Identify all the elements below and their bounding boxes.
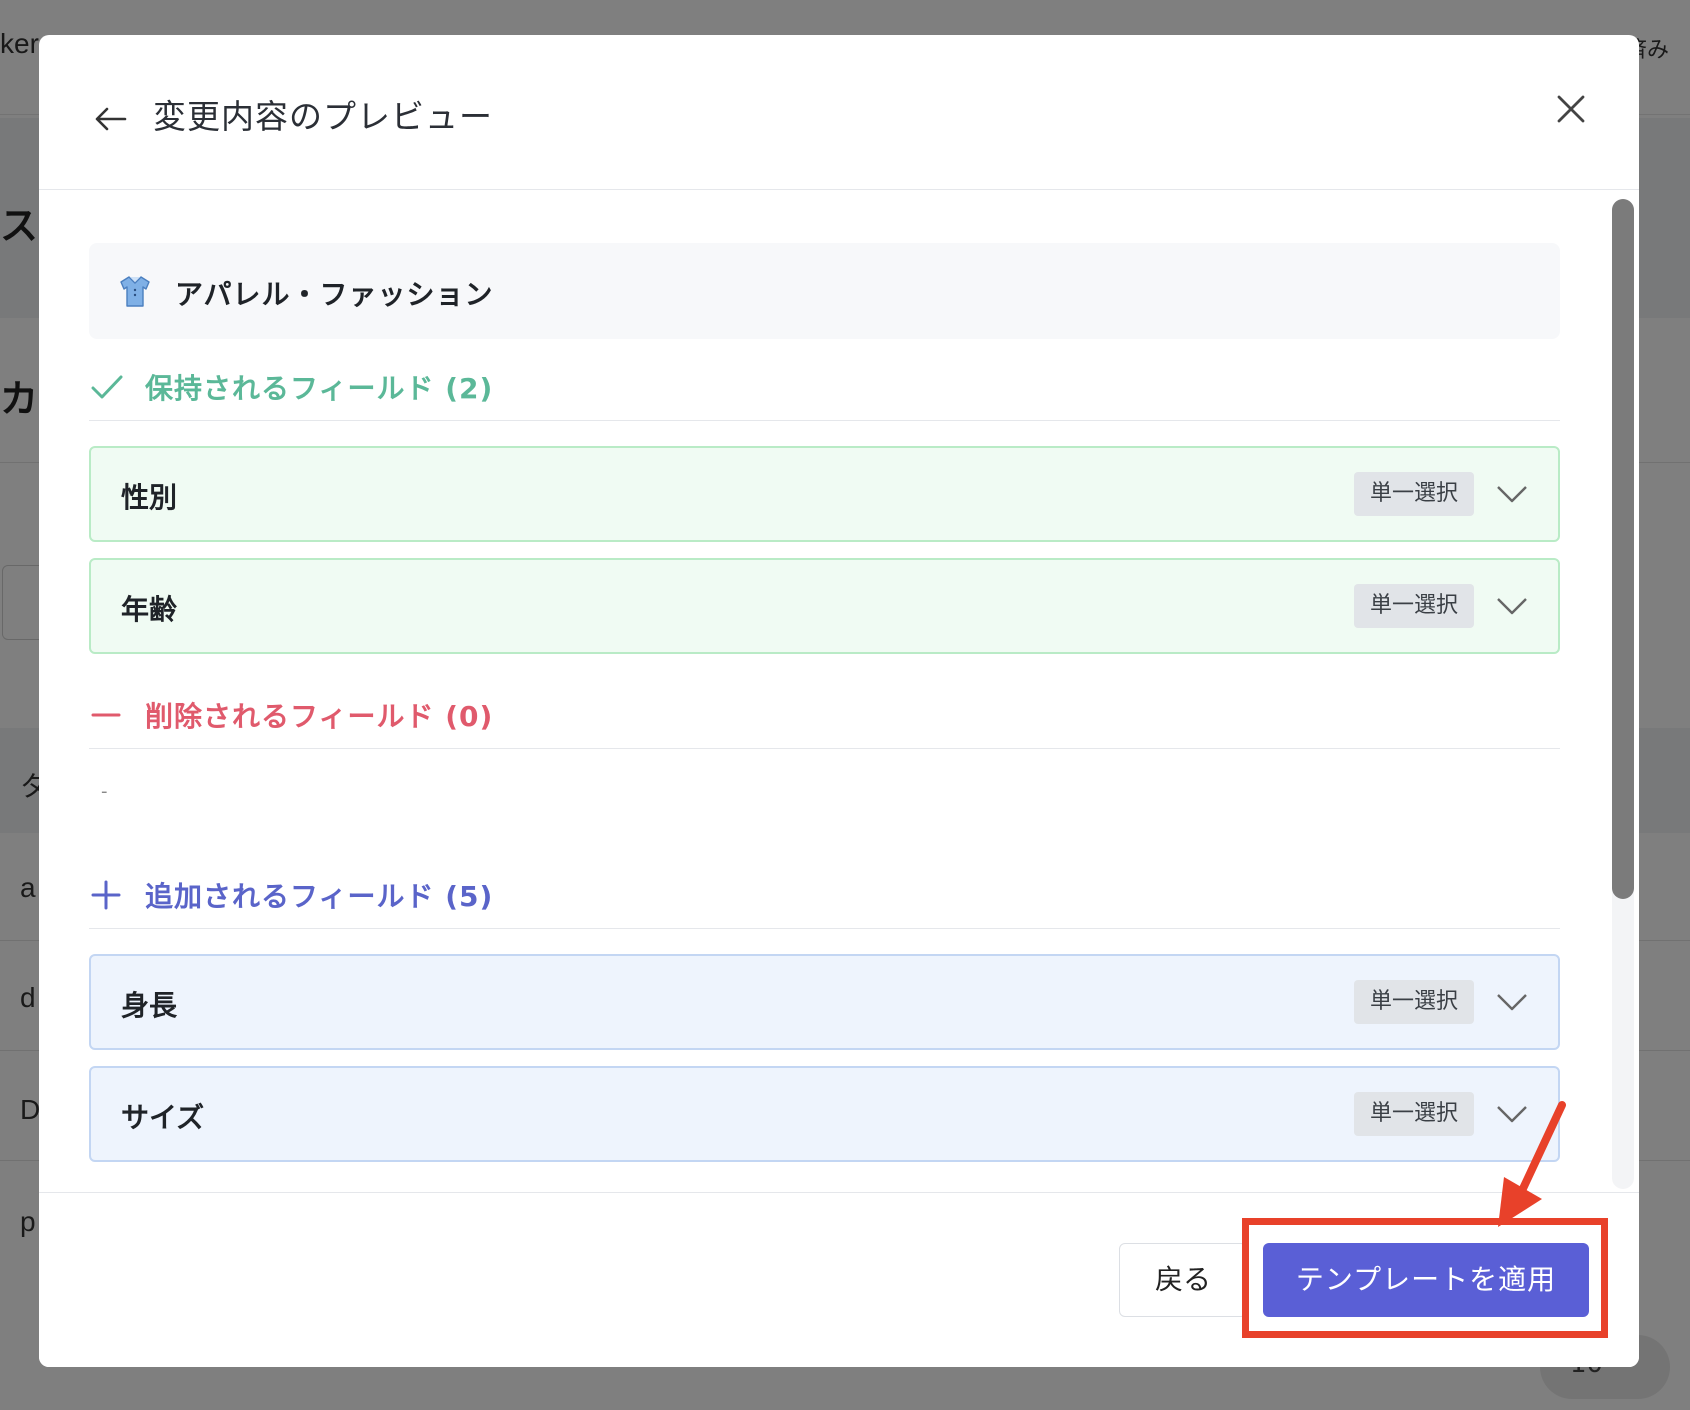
field-name: 年齢 [121,593,178,626]
removed-section-header: 削除されるフィールド (0) [89,693,1560,749]
field-type-badge: 単一選択 [1354,584,1474,628]
plus-icon [91,880,121,910]
kept-section-label: 保持されるフィールド (2) [145,372,494,405]
field-name: サイズ [121,1101,205,1134]
field-name: 身長 [121,989,178,1022]
chevron-down-icon[interactable] [1494,476,1530,512]
highlight-box [1242,1218,1608,1338]
removed-empty-text: - [101,781,108,802]
check-icon [91,375,123,399]
field-type-badge: 単一選択 [1354,980,1474,1024]
kept-section-header: 保持されるフィールド (2) [89,365,1560,421]
chevron-down-icon[interactable] [1494,588,1530,624]
back-button[interactable]: 戻る [1119,1243,1247,1317]
close-icon[interactable] [1549,87,1593,131]
field-row-size[interactable]: サイズ 単一選択 [89,1066,1560,1162]
minus-icon [91,713,121,717]
template-card: アパレル・ファッション [89,243,1560,339]
annotation-arrow-icon [1498,1101,1566,1227]
field-name: 性別 [121,481,178,514]
field-type-badge: 単一選択 [1354,1092,1474,1136]
shirt-icon [120,276,150,307]
preview-modal: 変更内容のプレビュー アパレル・ファッション 保持されるフィールド (2) 性別… [39,35,1639,1367]
modal-title: 変更内容のプレビュー [153,97,493,136]
scrollbar-thumb[interactable] [1612,199,1634,899]
chevron-down-icon[interactable] [1494,984,1530,1020]
field-row-gender[interactable]: 性別 単一選択 [89,446,1560,542]
added-section-header: 追加されるフィールド (5) [89,873,1560,929]
modal-header: 変更内容のプレビュー [39,35,1639,190]
template-name: アパレル・ファッション [175,278,494,311]
removed-section-label: 削除されるフィールド (0) [145,700,494,733]
modal-body: アパレル・ファッション 保持されるフィールド (2) 性別 単一選択 年齢 単一… [39,191,1639,1191]
added-section-label: 追加されるフィールド (5) [145,880,494,913]
field-row-age[interactable]: 年齢 単一選択 [89,558,1560,654]
field-row-height[interactable]: 身長 単一選択 [89,954,1560,1050]
arrow-left-icon[interactable] [89,97,133,141]
field-type-badge: 単一選択 [1354,472,1474,516]
